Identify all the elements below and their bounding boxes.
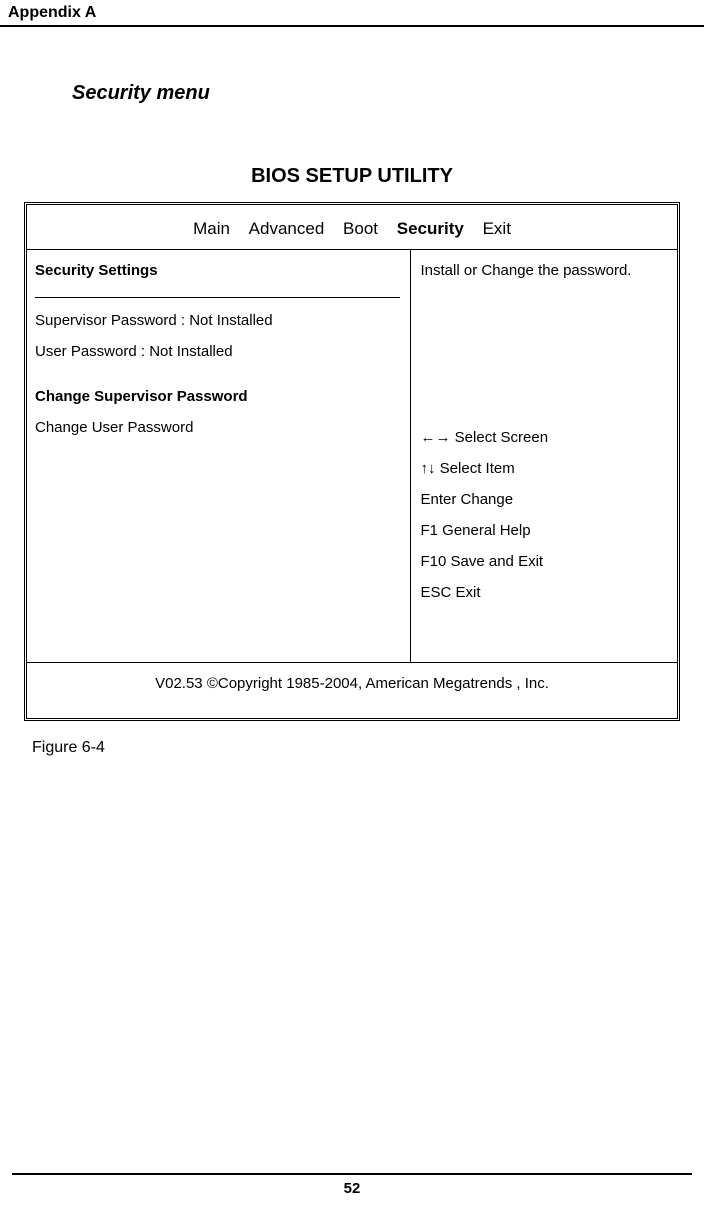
tab-security[interactable]: Security	[397, 219, 464, 238]
change-supervisor-password[interactable]: Change Supervisor Password	[35, 388, 400, 405]
content-area: Security menu BIOS SETUP UTILITY Main Ad…	[0, 82, 704, 757]
tab-exit[interactable]: Exit	[483, 219, 511, 238]
tab-boot[interactable]: Boot	[343, 219, 378, 238]
appendix-label: Appendix A	[8, 4, 96, 21]
help-select-screen: ←→ Select Screen	[421, 429, 668, 446]
supervisor-password-line: Supervisor Password : Not Installed	[35, 312, 400, 329]
change-user-password[interactable]: Change User Password	[35, 419, 400, 436]
right-panel: Install or Change the password. ←→ Selec…	[411, 250, 678, 662]
bios-footer: V02.53 ©Copyright 1985-2004, American Me…	[27, 663, 677, 718]
help-select-item: ↑↓ Select Item	[421, 460, 668, 477]
tab-advanced[interactable]: Advanced	[249, 219, 325, 238]
help-f1: F1 General Help	[421, 522, 668, 539]
help-enter-change: Enter Change	[421, 491, 668, 508]
user-password-line: User Password : Not Installed	[35, 343, 400, 360]
page-number: 52	[0, 1180, 704, 1197]
bios-title: BIOS SETUP UTILITY	[24, 165, 680, 188]
panel-row: Security Settings Supervisor Password : …	[27, 249, 677, 663]
help-description: Install or Change the password.	[421, 262, 668, 279]
help-f10: F10 Save and Exit	[421, 553, 668, 570]
tab-main[interactable]: Main	[193, 219, 230, 238]
divider	[35, 297, 400, 298]
security-settings-heading: Security Settings	[35, 262, 400, 279]
section-title: Security menu	[72, 82, 680, 105]
page-header: Appendix A	[0, 0, 704, 27]
bios-box: Main Advanced Boot Security Exit Securit…	[24, 202, 680, 721]
figure-label: Figure 6-4	[32, 739, 680, 757]
footer-rule	[12, 1173, 692, 1175]
help-esc: ESC Exit	[421, 584, 668, 601]
left-panel: Security Settings Supervisor Password : …	[27, 250, 411, 662]
tab-bar: Main Advanced Boot Security Exit	[27, 205, 677, 249]
